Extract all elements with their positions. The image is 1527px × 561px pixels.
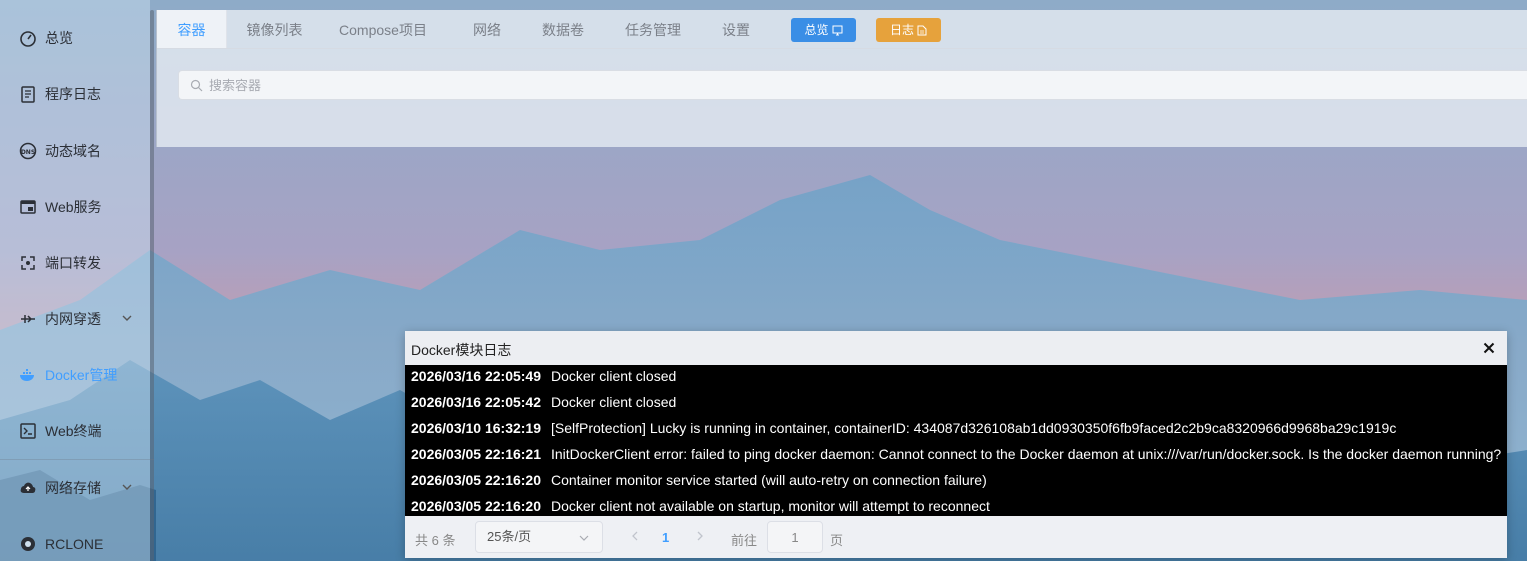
sidebar-item-tunnel[interactable]: 内网穿透 [0, 304, 150, 334]
sidebar-item-label: Web终端 [45, 423, 102, 439]
sidebar-item-label: 网络存储 [45, 480, 101, 496]
sidebar-item-web-service[interactable]: Web服务 [0, 192, 150, 222]
log-entry: 2026/03/16 22:05:42 Docker client closed [411, 391, 676, 417]
log-message: InitDockerClient error: failed to ping d… [551, 446, 1502, 462]
total-count: 共 6 条 [415, 533, 456, 548]
prev-page-icon[interactable] [628, 529, 642, 543]
log-timestamp: 2026/03/16 22:05:49 [411, 368, 541, 384]
chevron-down-icon [579, 535, 589, 541]
document-icon [917, 25, 927, 36]
sidebar-item-label: 动态域名 [45, 143, 101, 159]
svg-text:DNS: DNS [21, 149, 35, 156]
log-button-label: 日志 [889, 23, 914, 37]
sidebar-divider [0, 459, 154, 460]
pagination: 共 6 条 25条/页 1 前往 页 [405, 516, 1507, 558]
cloud-storage-icon [19, 479, 37, 497]
log-list[interactable]: 2026/03/16 22:05:49 Docker client closed … [405, 365, 1507, 516]
sidebar-item-label: Docker管理 [45, 367, 118, 383]
search-input[interactable] [207, 76, 1511, 94]
sidebar-item-label: RCLONE [45, 536, 104, 552]
log-message: [SelfProtection] Lucky is running in con… [551, 420, 1397, 436]
log-timestamp: 2026/03/05 22:16:20 [411, 498, 541, 514]
sidebar-item-port-forward[interactable]: 端口转发 [0, 248, 150, 278]
docker-panel: 容器 镜像列表 Compose项目 网络 数据卷 任务管理 设置 总览 日志 [156, 10, 1527, 147]
page-number[interactable]: 1 [662, 530, 669, 545]
log-button[interactable]: 日志 [876, 18, 941, 42]
goto-page-input[interactable] [767, 521, 823, 553]
sidebar-item-web-terminal[interactable]: Web终端 [0, 416, 150, 446]
tab-network[interactable]: 网络 [463, 10, 511, 48]
dns-icon: DNS [19, 142, 37, 160]
next-page-icon[interactable] [693, 529, 707, 543]
search-field[interactable] [178, 70, 1527, 100]
log-message: Docker client not available on startup, … [551, 498, 990, 514]
tab-tasks[interactable]: 任务管理 [618, 10, 688, 48]
tab-containers[interactable]: 容器 [157, 10, 227, 48]
log-timestamp: 2026/03/05 22:16:21 [411, 446, 541, 462]
sidebar-scrollbar[interactable] [150, 10, 154, 561]
rclone-icon [19, 535, 37, 553]
log-entry: 2026/03/16 22:05:49 Docker client closed [411, 365, 676, 391]
tab-images[interactable]: 镜像列表 [237, 10, 312, 48]
docker-icon [19, 366, 37, 384]
tab-settings[interactable]: 设置 [712, 10, 760, 48]
sidebar-item-label: 总览 [45, 30, 73, 46]
sidebar-item-network-storage[interactable]: 网络存储 [0, 473, 150, 503]
log-entry: 2026/03/10 16:32:19 [SelfProtection] Luck… [411, 417, 1396, 443]
terminal-icon [19, 422, 37, 440]
docker-log-dialog: Docker模块日志 2026/03/16 22:05:49 Docker cli… [405, 331, 1507, 558]
sidebar-item-label: 端口转发 [45, 255, 101, 271]
log-entry: 2026/03/05 22:16:20 Docker client not ava… [411, 495, 990, 516]
sidebar-item-ddns[interactable]: DNS 动态域名 [0, 136, 150, 166]
close-icon[interactable] [1481, 340, 1497, 356]
overview-button-label: 总览 [804, 23, 829, 37]
tunnel-icon [19, 310, 37, 328]
port-forward-icon [19, 254, 37, 272]
dialog-title: Docker模块日志 [411, 342, 512, 358]
sidebar-item-docker[interactable]: Docker管理 [0, 360, 150, 390]
web-icon [19, 198, 37, 216]
log-icon [19, 85, 37, 103]
chevron-down-icon [122, 484, 132, 490]
log-timestamp: 2026/03/10 16:32:19 [411, 420, 541, 436]
log-message: Docker client closed [551, 394, 677, 410]
page-unit-label: 页 [830, 533, 844, 548]
sidebar-item-label: 程序日志 [45, 86, 101, 102]
page-size-value: 25条/页 [487, 529, 532, 544]
search-icon [190, 79, 203, 91]
log-entry: 2026/03/05 22:16:21 InitDockerClient erro… [411, 443, 1501, 469]
log-timestamp: 2026/03/05 22:16:20 [411, 472, 541, 488]
chevron-down-icon [122, 315, 132, 321]
sidebar-item-overview[interactable]: 总览 [0, 23, 150, 53]
sidebar: 总览 程序日志 DNS 动态域名 Web服务 端口转发 内网穿透 Docker管… [0, 0, 154, 561]
sidebar-item-label: Web服务 [45, 199, 102, 215]
overview-button[interactable]: 总览 [791, 18, 856, 42]
goto-label: 前往 [731, 533, 758, 548]
dialog-header: Docker模块日志 [405, 331, 1507, 365]
sidebar-item-logs[interactable]: 程序日志 [0, 79, 150, 109]
monitor-icon [832, 25, 842, 36]
log-message: Docker client closed [551, 368, 677, 384]
log-message: Container monitor service started (will … [551, 472, 987, 488]
log-entry: 2026/03/05 22:16:20 Container monitor ser… [411, 469, 987, 495]
log-timestamp: 2026/03/16 22:05:42 [411, 394, 541, 410]
sidebar-item-rclone[interactable]: RCLONE [0, 529, 150, 559]
sidebar-item-label: 内网穿透 [45, 311, 101, 327]
tab-volumes[interactable]: 数据卷 [533, 10, 593, 48]
tab-bar: 容器 镜像列表 Compose项目 网络 数据卷 任务管理 设置 总览 日志 [157, 10, 1527, 49]
tab-compose[interactable]: Compose项目 [333, 10, 433, 48]
page-size-select[interactable]: 25条/页 [475, 521, 603, 553]
dashboard-icon [19, 29, 37, 47]
